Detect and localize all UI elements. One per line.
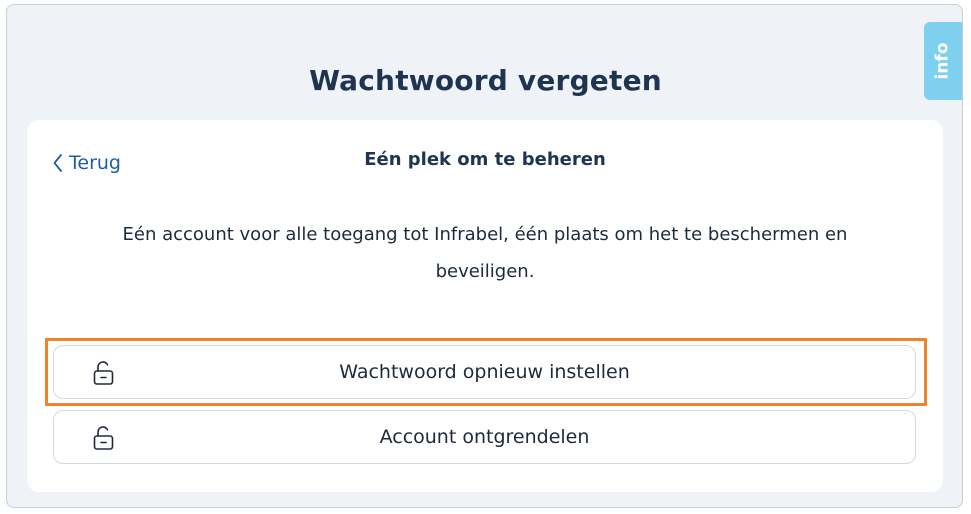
unlock-account-label: Account ontgrendelen [379, 426, 590, 448]
unlock-account-button[interactable]: Account ontgrendelen [53, 410, 916, 464]
reset-password-label: Wachtwoord opnieuw instellen [339, 361, 630, 383]
page-title: Wachtwoord vergeten [309, 64, 662, 97]
info-tab-label: info [932, 42, 953, 80]
info-tab[interactable]: info [924, 22, 962, 100]
description-text: Eén account voor alle toegang tot Infrab… [122, 224, 848, 282]
card-heading: Eén plek om te beheren [364, 149, 606, 170]
reset-password-button[interactable]: Wachtwoord opnieuw instellen [53, 345, 916, 399]
